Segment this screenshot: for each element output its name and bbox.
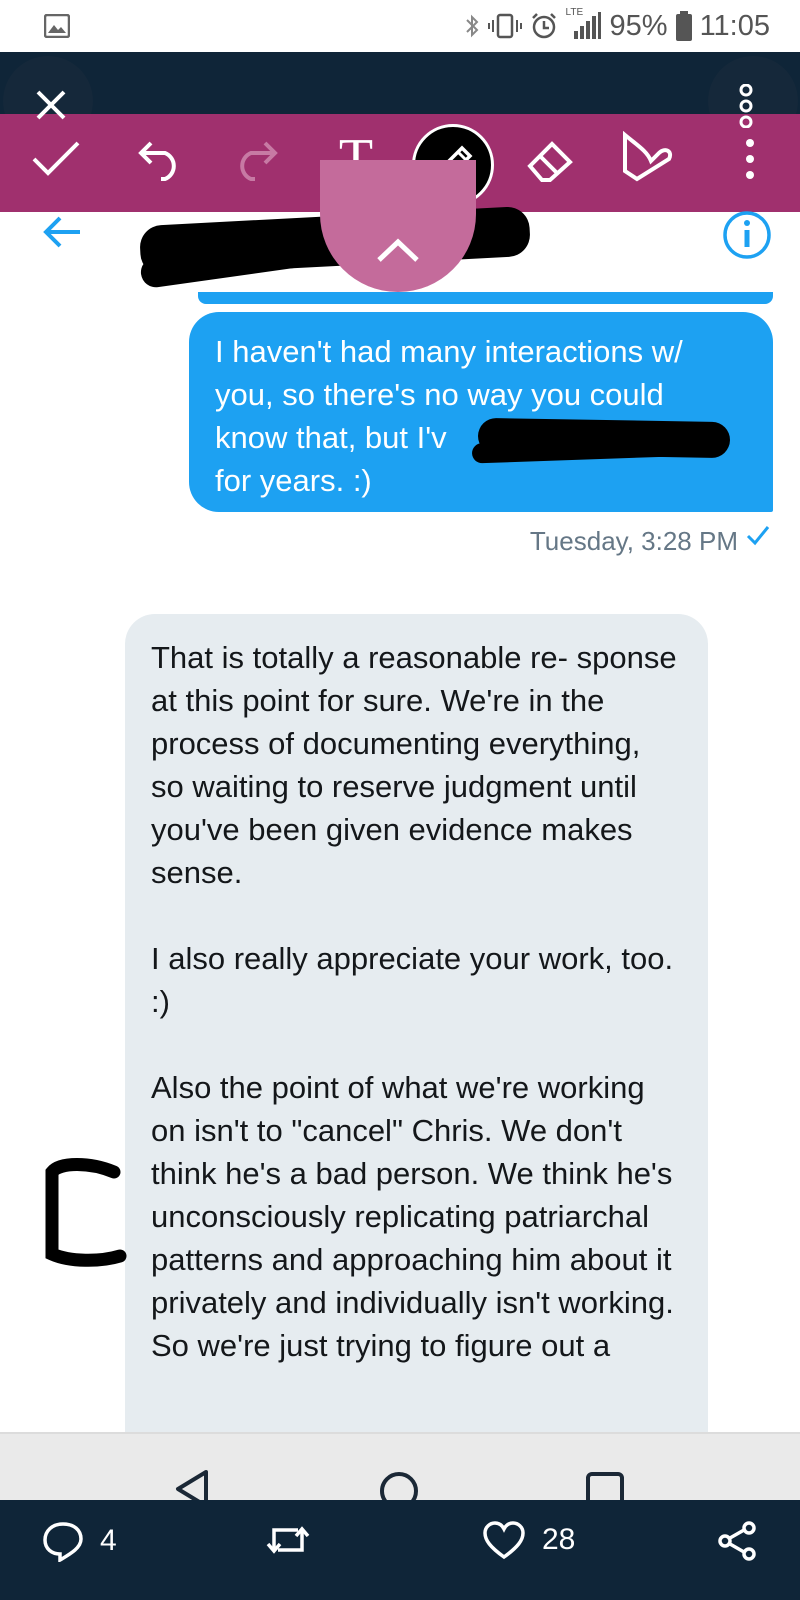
redo-icon[interactable] bbox=[226, 124, 286, 194]
undo-icon[interactable] bbox=[130, 124, 190, 194]
message-thread: I haven't had many interactions w/ you, … bbox=[0, 292, 800, 1432]
received-paragraph-2: I also really appreciate your work, too.… bbox=[151, 941, 674, 1019]
network-type-label: LTE bbox=[565, 7, 584, 18]
toolbar-more-icon[interactable] bbox=[720, 124, 780, 194]
gallery-notification-icon bbox=[44, 14, 70, 38]
previous-sent-bubble bbox=[198, 292, 773, 304]
read-check-icon bbox=[746, 526, 770, 546]
status-bar: LTE 95% 11:05 bbox=[0, 0, 800, 52]
close-icon[interactable] bbox=[33, 87, 69, 123]
sent-message-bubble[interactable]: I haven't had many interactions w/ you, … bbox=[189, 312, 773, 512]
share-button[interactable] bbox=[716, 1520, 758, 1562]
battery-icon bbox=[675, 11, 692, 41]
alarm-icon bbox=[531, 13, 556, 39]
received-message-bubble[interactable]: That is totally a reasonable re- sponse … bbox=[125, 614, 708, 1432]
system-status-group: LTE 95% 11:05 bbox=[464, 7, 770, 44]
editor-top-band bbox=[0, 52, 800, 114]
highlighter-icon[interactable] bbox=[617, 124, 677, 194]
info-icon[interactable] bbox=[722, 210, 772, 260]
check-icon[interactable] bbox=[26, 124, 86, 194]
back-arrow-icon[interactable] bbox=[42, 214, 82, 250]
message-timestamp: Tuesday, 3:28 PM bbox=[529, 526, 738, 556]
vibrate-icon bbox=[487, 13, 522, 39]
clock: 11:05 bbox=[699, 9, 770, 42]
heart-icon bbox=[483, 1521, 525, 1560]
signal-icon: LTE bbox=[566, 7, 602, 41]
handwritten-c-annotation bbox=[45, 1158, 127, 1267]
eraser-icon[interactable] bbox=[520, 124, 580, 194]
reply-count: 4 bbox=[100, 1524, 117, 1557]
reply-icon bbox=[43, 1522, 83, 1562]
tweet-action-bar bbox=[0, 1500, 800, 1600]
bluetooth-icon bbox=[465, 14, 478, 38]
chevron-up-icon bbox=[377, 238, 419, 262]
received-paragraph-1: That is totally a reasonable re- sponse … bbox=[151, 640, 677, 890]
more-vertical-icon[interactable] bbox=[736, 84, 756, 128]
like-count: 28 bbox=[542, 1523, 576, 1556]
battery-percent: 95% bbox=[609, 9, 668, 42]
retweet-icon bbox=[266, 1526, 310, 1554]
retweet-button[interactable] bbox=[264, 1520, 312, 1560]
received-paragraph-3: Also the point of what we're working on … bbox=[151, 1070, 674, 1363]
like-button[interactable]: 28 bbox=[482, 1520, 575, 1560]
reply-button[interactable]: 4 bbox=[42, 1520, 117, 1562]
sent-message-tail: for years. :) bbox=[215, 463, 372, 498]
share-icon bbox=[718, 1521, 756, 1561]
